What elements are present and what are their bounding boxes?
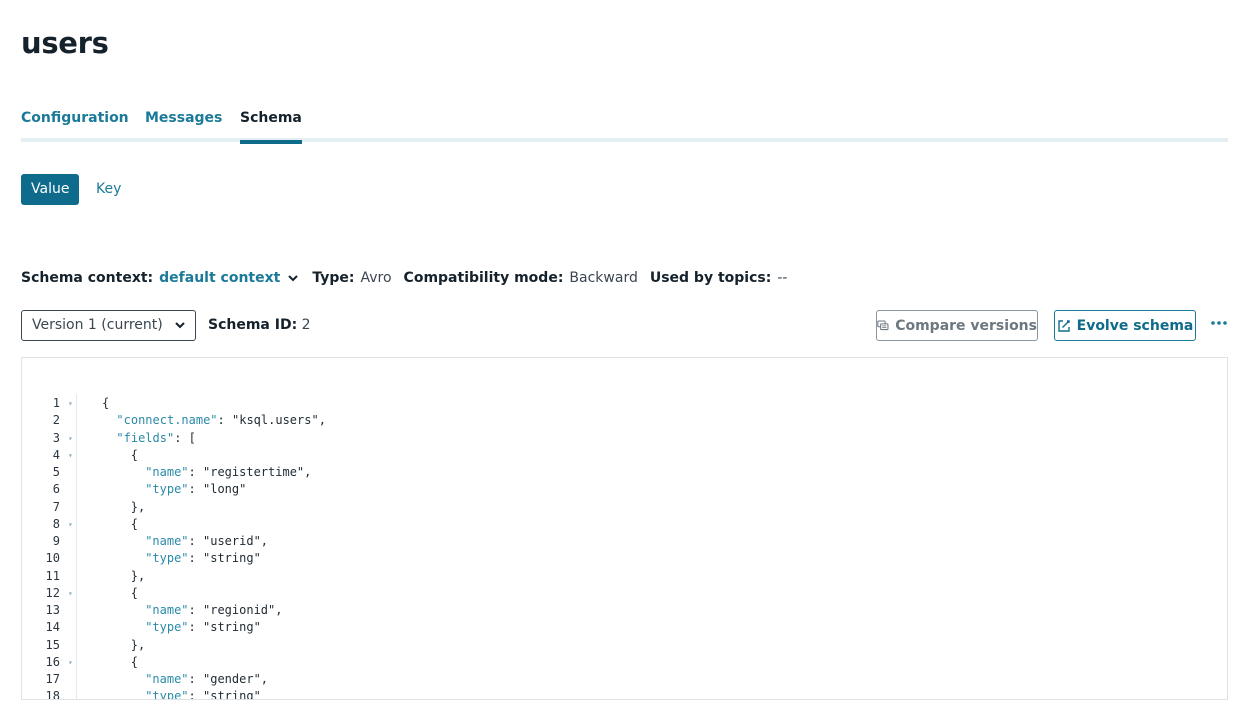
compare-versions-label: Compare versions — [895, 317, 1037, 334]
line-number: 14 — [45, 620, 60, 635]
version-select[interactable]: Version 1 (current) — [21, 310, 196, 341]
line-number: 9 — [52, 534, 60, 548]
line-number: 16 — [45, 654, 60, 669]
schema-meta-bar: Schema context: default context Type: Av… — [21, 268, 799, 288]
code-line: 1 ▾ { — [22, 395, 1222, 412]
line-number: 8 — [52, 516, 60, 531]
code-text: "type": "long" — [145, 482, 247, 497]
code-text: "type": "string" — [145, 620, 261, 635]
fold-toggle-icon[interactable]: ▾ — [68, 585, 73, 602]
code-text: "name": "registertime", — [145, 465, 312, 479]
line-number: 1 — [52, 396, 60, 410]
code-line: 2 "connect.name": "ksql.users", — [22, 412, 1222, 429]
topic-tabs: Configuration Messages Schema — [21, 108, 1228, 144]
code-line: 13 "name": "regionid", — [22, 602, 1222, 619]
schema-id-value: 2 — [301, 317, 311, 333]
schema-code-editor[interactable]: 1 ▾ {2 "connect.name": "ksql.users", 3 ▾ "fiel… — [21, 357, 1228, 700]
code-line: 11}, — [22, 568, 1222, 585]
type-value: Avro — [360, 270, 392, 286]
code-text: }, — [130, 637, 146, 652]
code-line: 3 ▾ "fields": [ — [22, 430, 1222, 447]
line-number: 6 — [52, 482, 60, 497]
more-horizontal-icon[interactable] — [1209, 314, 1229, 332]
compatibility-value: Backward — [569, 270, 638, 286]
used-by-topics-value: -- — [777, 270, 788, 286]
code-line: 9 "name": "userid", — [22, 533, 1222, 550]
line-number: 7 — [52, 499, 60, 514]
fold-toggle-icon[interactable]: ▾ — [68, 654, 73, 671]
chevron-down-icon[interactable] — [286, 271, 300, 285]
line-number: 13 — [45, 603, 60, 617]
fold-toggle-icon[interactable]: ▾ — [68, 395, 73, 412]
line-number: 10 — [45, 551, 60, 566]
code-text: "connect.name": "ksql.users", — [116, 413, 326, 428]
evolve-schema-button[interactable]: Evolve schema — [1054, 310, 1196, 341]
line-number: 15 — [45, 637, 60, 652]
line-number: 11 — [45, 568, 60, 583]
compare-versions-button[interactable]: Compare versions — [876, 310, 1038, 341]
code-text: { — [130, 654, 139, 669]
key-toggle-button[interactable]: Key — [86, 174, 131, 205]
edit-icon — [1057, 319, 1070, 332]
code-line: 18 "type": "string" — [22, 688, 1222, 700]
code-text: }, — [130, 568, 146, 583]
tab-schema[interactable]: Schema — [240, 110, 302, 144]
value-toggle-button[interactable]: Value — [21, 174, 80, 205]
line-number: 17 — [45, 672, 60, 686]
version-select-value: Version 1 (current) — [32, 317, 163, 333]
line-number: 18 — [45, 689, 60, 700]
tab-configuration[interactable]: Configuration — [21, 110, 129, 138]
page-title: users — [21, 26, 109, 60]
schema-id-label: Schema ID: — [208, 317, 298, 333]
code-text: "name": "gender", — [145, 672, 269, 686]
code-text: { — [102, 396, 110, 410]
code-line: 4 ▾ { — [22, 447, 1222, 464]
line-number: 5 — [52, 465, 60, 479]
compatibility-label: Compatibility mode: — [403, 270, 564, 286]
code-text: "name": "userid", — [145, 534, 269, 548]
tab-messages[interactable]: Messages — [145, 110, 222, 138]
evolve-schema-label: Evolve schema — [1076, 317, 1194, 334]
line-number: 2 — [52, 413, 60, 428]
schema-context-label: Schema context: — [21, 270, 154, 286]
code-text: { — [130, 585, 139, 600]
code-text: "fields": [ — [116, 430, 196, 445]
code-text: { — [130, 516, 139, 531]
fold-toggle-icon[interactable]: ▾ — [68, 447, 73, 464]
used-by-topics-label: Used by topics: — [649, 270, 772, 286]
fold-toggle-icon[interactable]: ▾ — [68, 430, 73, 447]
code-line: 12 ▾ { — [22, 585, 1222, 602]
code-line: 10 "type": "string" — [22, 550, 1222, 567]
line-number: 12 — [45, 585, 60, 600]
fold-toggle-icon[interactable]: ▾ — [68, 516, 73, 533]
code-line: 15}, — [22, 637, 1222, 654]
code-line: 16 ▾ { — [22, 654, 1222, 671]
code-text: "type": "string" — [145, 551, 261, 566]
code-text: { — [130, 447, 139, 462]
compare-icon — [877, 320, 889, 331]
type-label: Type: — [312, 270, 355, 286]
schema-id: Schema ID: 2 — [208, 317, 311, 333]
line-number: 3 — [52, 430, 60, 445]
code-line: 6 "type": "long" — [22, 481, 1222, 498]
code-line: 7}, — [22, 499, 1222, 516]
code-text: "type": "string" — [145, 689, 261, 700]
code-text: "name": "regionid", — [145, 603, 283, 617]
chevron-down-icon — [175, 322, 185, 329]
schema-context-dropdown[interactable]: default context — [159, 270, 280, 286]
code-text: }, — [130, 499, 146, 514]
code-line: 17 "name": "gender", — [22, 671, 1222, 688]
line-number: 4 — [52, 447, 60, 462]
code-line: 5 "name": "registertime", — [22, 464, 1222, 481]
code-line: 14 "type": "string" — [22, 619, 1222, 636]
code-line: 8 ▾ { — [22, 516, 1222, 533]
